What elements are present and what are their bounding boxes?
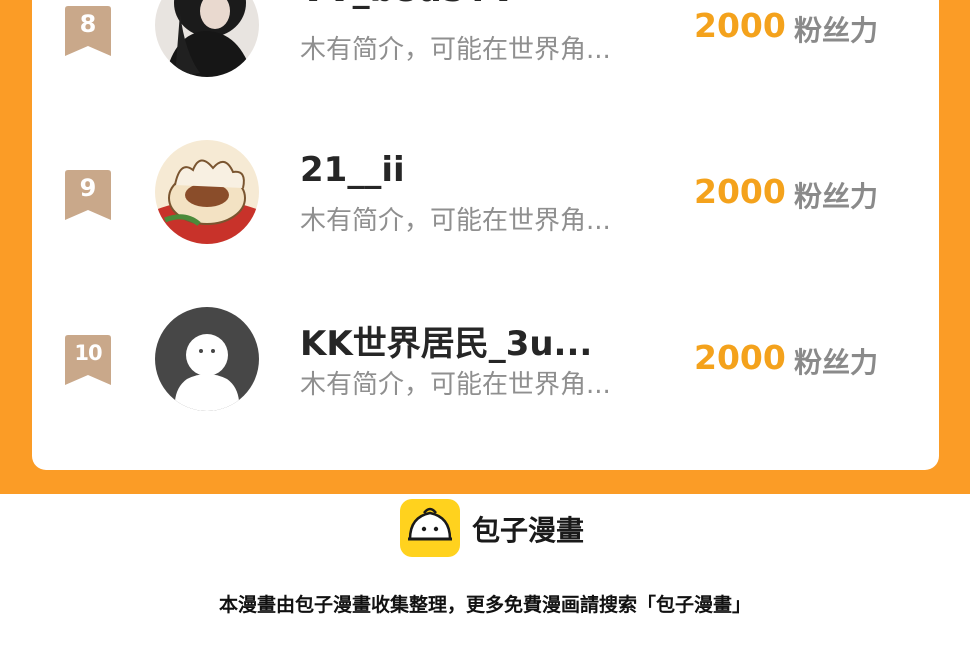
fan-score: 2000 xyxy=(694,6,786,45)
user-bio: 木有简介，可能在世界角... xyxy=(300,206,611,236)
user-bio: 木有简介，可能在世界角... xyxy=(300,35,611,65)
fan-score: 2000 xyxy=(694,338,786,377)
ranking-row[interactable]: 8 VV_b8u5YV 木有简介，可能在世界角... 2000 粉丝力 xyxy=(32,0,939,83)
user-bio: 木有简介，可能在世界角... xyxy=(300,370,611,400)
fan-score-unit: 粉丝力 xyxy=(794,346,879,379)
user-name[interactable]: VV_b8u5YV xyxy=(300,0,630,10)
brand-name: 包子漫畫 xyxy=(472,514,585,547)
ranking-row[interactable]: 10 KK世界居民_3u... 木有简介，可能在世界角... 2000 粉丝力 xyxy=(32,306,939,416)
fan-score: 2000 xyxy=(694,172,786,211)
footer-note: 本漫畫由包子漫畫收集整理，更多免費漫画請搜索「包子漫畫」 xyxy=(218,594,751,616)
rank-badge: 9 xyxy=(65,170,111,220)
rank-number: 8 xyxy=(79,10,97,38)
ranking-card: 8 VV_b8u5YV 木有简介，可能在世界角... 2000 粉丝力 9 xyxy=(32,0,939,470)
user-name[interactable]: 21__ii xyxy=(300,150,630,190)
avatar[interactable] xyxy=(155,0,259,77)
ranking-row[interactable]: 9 21__ii 木有简介，可能在世界角... 2000 粉丝力 xyxy=(32,140,939,250)
avatar[interactable] xyxy=(155,140,259,244)
rank-number: 9 xyxy=(79,174,97,202)
baozi-bun-logo-icon xyxy=(400,499,460,557)
user-name[interactable]: KK世界居民_3u... xyxy=(300,316,630,365)
rank-badge: 8 xyxy=(65,6,111,56)
avatar[interactable] xyxy=(155,307,259,411)
rank-number: 10 xyxy=(74,341,102,365)
fan-score-unit: 粉丝力 xyxy=(794,180,879,213)
rank-badge: 10 xyxy=(65,335,111,385)
fan-score-unit: 粉丝力 xyxy=(794,14,879,47)
